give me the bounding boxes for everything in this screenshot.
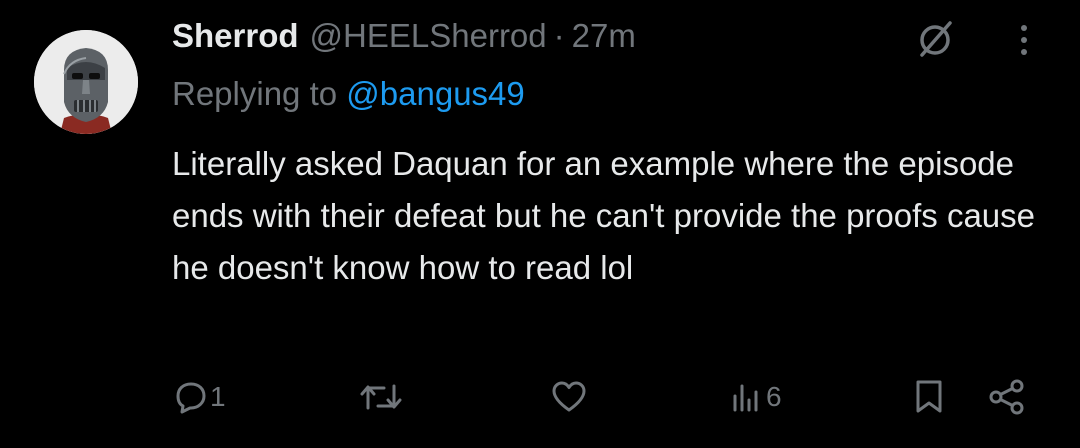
replying-to-label: Replying to: [172, 75, 338, 112]
share-button[interactable]: [988, 372, 1026, 422]
reply-icon: [174, 380, 208, 414]
retweet-button[interactable]: [358, 372, 406, 422]
replying-to: Replying to @bangus49: [172, 75, 525, 113]
more-icon[interactable]: [1012, 18, 1036, 62]
reply-count: 1: [210, 381, 226, 412]
tweet-text: Literally asked Daquan for an example wh…: [172, 145, 1036, 286]
views-icon: [730, 380, 764, 414]
display-name[interactable]: Sherrod: [172, 17, 299, 55]
reply-button[interactable]: 1: [174, 372, 226, 422]
views-count: 6: [766, 381, 782, 412]
share-icon: [988, 379, 1026, 415]
views-button[interactable]: 6: [730, 372, 782, 422]
like-button[interactable]: [551, 372, 589, 422]
tweet-header: Sherrod @HEELSherrod · 27m: [172, 14, 636, 58]
separator-dot: ·: [553, 17, 565, 54]
action-bar: 1 6: [0, 372, 1080, 422]
bookmark-button[interactable]: [914, 372, 944, 422]
retweet-icon: [358, 380, 404, 414]
timestamp[interactable]: 27m: [572, 17, 636, 55]
like-icon: [551, 380, 587, 414]
bookmark-icon: [914, 379, 944, 415]
user-handle[interactable]: @HEELSherrod: [310, 17, 547, 55]
tweet[interactable]: Sherrod @HEELSherrod · 27m Replying to @…: [0, 0, 1080, 448]
mute-icon[interactable]: [912, 16, 958, 62]
reply-to-handle-link[interactable]: @bangus49: [346, 75, 524, 112]
masked-figure-avatar-icon: [34, 30, 138, 134]
avatar[interactable]: [34, 30, 138, 134]
